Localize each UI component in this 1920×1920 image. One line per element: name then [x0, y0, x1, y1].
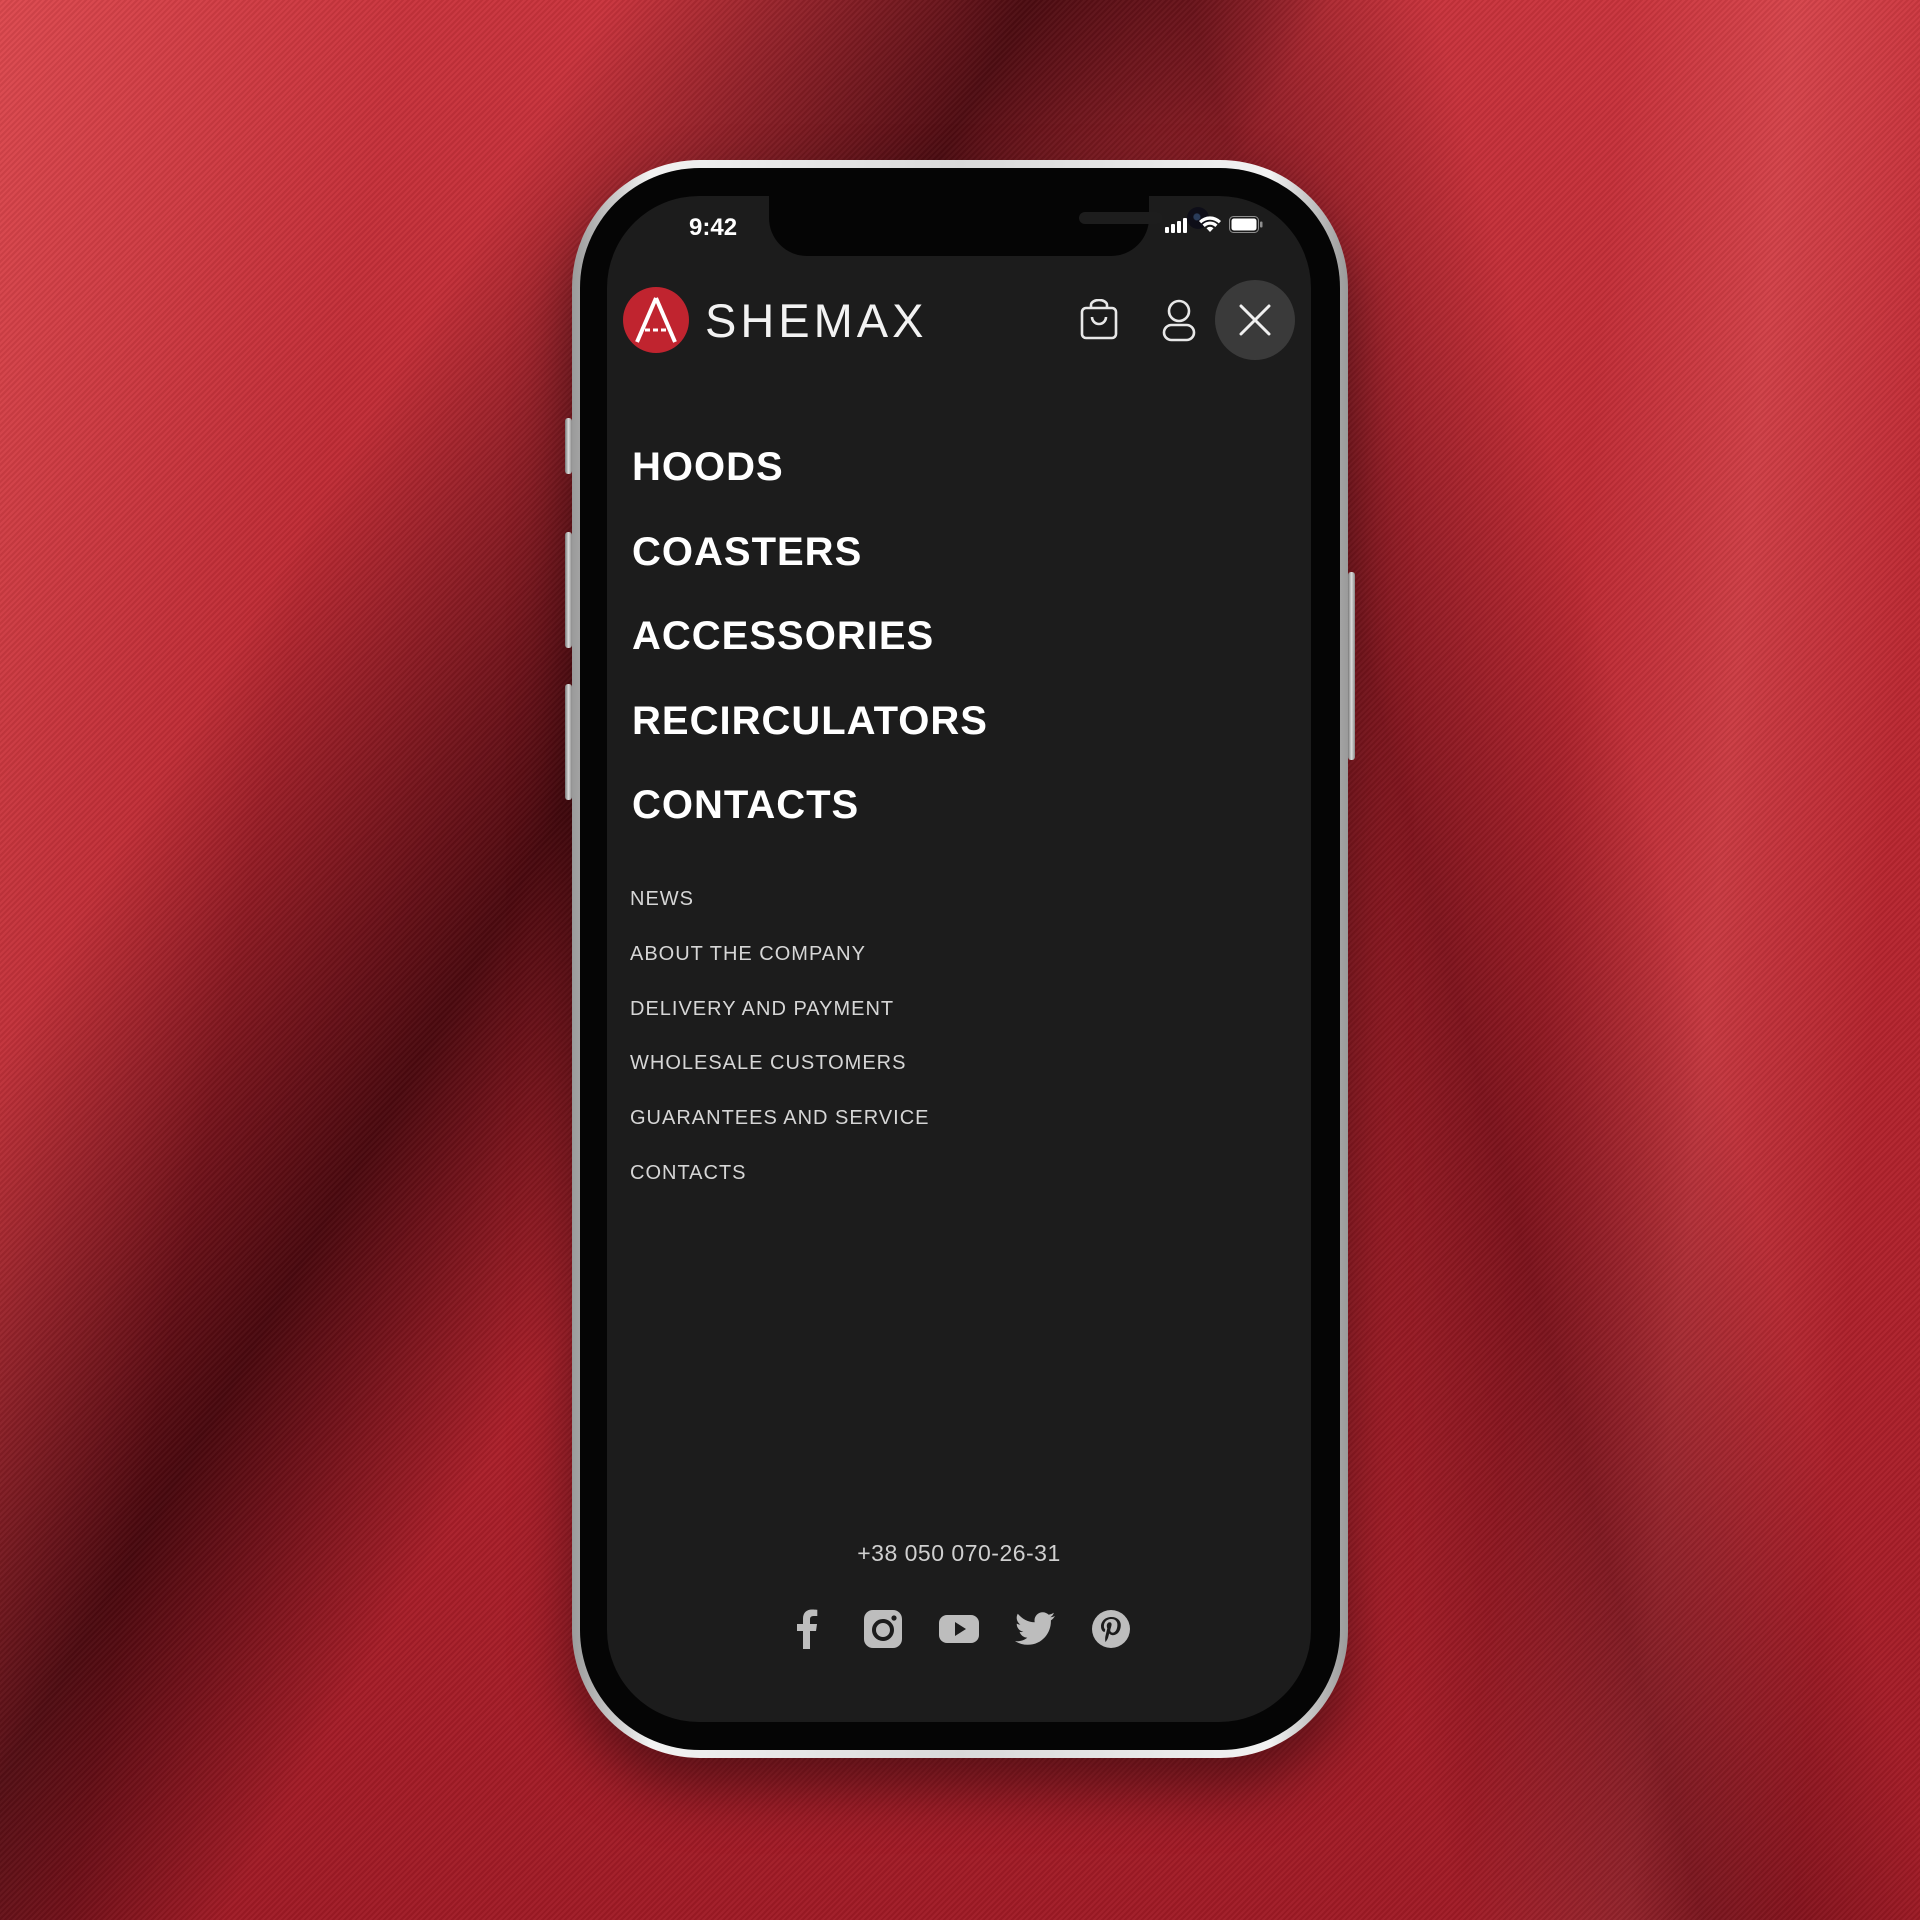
secondary-item-wholesale[interactable]: WHOLESALE CUSTOMERS [630, 1050, 929, 1105]
nav-item-accessories[interactable]: ACCESSORIES [632, 611, 988, 696]
secondary-item-news[interactable]: NEWS [630, 886, 929, 941]
nav-item-contacts[interactable]: CONTACTS [632, 780, 988, 865]
nav-item-recirculators[interactable]: RECIRCULATORS [632, 696, 988, 781]
secondary-item-contacts[interactable]: CONTACTS [630, 1160, 929, 1215]
volume-down-button [565, 684, 572, 800]
phone-number-link[interactable]: +38 050 070-26-31 [607, 1540, 1311, 1567]
instagram-icon[interactable] [862, 1608, 904, 1650]
status-icons [1165, 216, 1263, 233]
wifi-icon [1199, 216, 1221, 232]
nav-item-coasters[interactable]: COASTERS [632, 527, 988, 612]
power-button [1348, 572, 1355, 760]
close-icon [1239, 304, 1271, 336]
youtube-icon[interactable] [938, 1608, 980, 1650]
secondary-item-about[interactable]: ABOUT THE COMPANY [630, 941, 929, 996]
shopping-bag-icon[interactable] [1075, 296, 1123, 344]
secondary-item-delivery[interactable]: DELIVERY AND PAYMENT [630, 996, 929, 1051]
logo-mark-icon [623, 287, 689, 353]
close-menu-button[interactable] [1215, 280, 1295, 360]
brand-logo[interactable]: SHEMAX [623, 287, 928, 353]
twitter-icon[interactable] [1014, 1608, 1056, 1650]
brand-name: SHEMAX [705, 293, 928, 347]
secondary-nav: NEWS ABOUT THE COMPANY DELIVERY AND PAYM… [630, 886, 929, 1215]
facebook-icon[interactable] [786, 1608, 828, 1650]
nav-item-hoods[interactable]: HOODS [632, 442, 988, 527]
social-links [607, 1608, 1311, 1650]
battery-icon [1229, 216, 1263, 233]
mute-switch [565, 418, 572, 474]
user-icon[interactable] [1155, 296, 1203, 344]
pinterest-icon[interactable] [1090, 1608, 1132, 1650]
signal-icon [1165, 217, 1187, 233]
primary-nav: HOODS COASTERS ACCESSORIES RECIRCULATORS… [632, 442, 988, 865]
volume-up-button [565, 532, 572, 648]
notch [769, 196, 1209, 256]
status-time: 9:42 [689, 214, 738, 241]
phone-screen: 9:42 SHEMAX HOODS COASTERS ACCESSORIES R… [607, 196, 1311, 1722]
secondary-item-guarantees[interactable]: GUARANTEES AND SERVICE [630, 1105, 929, 1160]
site-header: SHEMAX [623, 280, 1295, 360]
speaker-grille [1079, 212, 1163, 224]
